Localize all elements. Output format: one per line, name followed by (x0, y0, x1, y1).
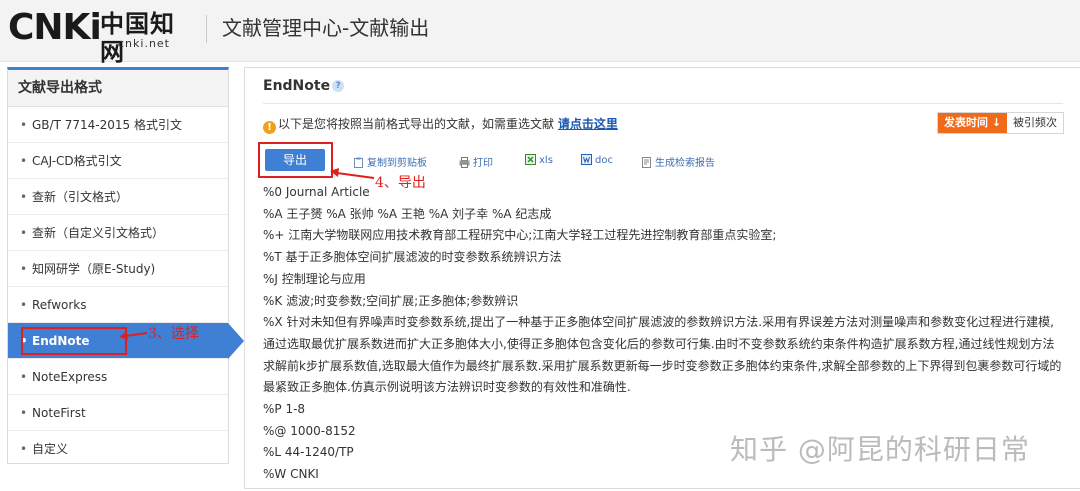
watermark-text: 知乎 @阿昆的科研日常 (730, 433, 1030, 466)
export-panel: EndNote? ! 以下是您将按照当前格式导出的文献，如需重选文献 请点击这里 … (244, 67, 1080, 489)
export-xls-button[interactable]: xls (525, 154, 553, 166)
sidebar-item-label: 查新（自定义引文格式） (32, 226, 165, 240)
export-doc-button[interactable]: doc (581, 154, 613, 166)
xls-label: xls (539, 155, 553, 166)
bullet-icon: • (20, 442, 28, 456)
help-icon[interactable]: ? (332, 80, 345, 92)
export-highlight-box (258, 142, 333, 178)
copy-clipboard-button[interactable]: 复制到剪贴板 (353, 154, 427, 169)
sidebar-item-label: Refworks (32, 298, 87, 312)
excel-icon (525, 154, 536, 165)
sidebar-item-label: 查新（引文格式） (32, 190, 129, 204)
sidebar-item-refworks[interactable]: • Refworks (8, 287, 228, 323)
cnki-logo[interactable]: CNKi 中国知网 cnki.net (8, 7, 194, 66)
info-warning-icon: ! (263, 121, 276, 134)
format-title-text: EndNote (263, 78, 331, 94)
sort-toggle: 发表时间 ↓ 被引频次 (937, 112, 1065, 134)
record-line-keywords: %K 滤波;时变参数;空间扩展;正多胞体;参数辨识 (263, 293, 519, 308)
sidebar-item-label: 知网研学（原E-Study) (32, 262, 156, 276)
record-line-type: %0 Journal Article (263, 185, 370, 199)
copy-label: 复制到剪贴板 (367, 158, 427, 169)
record-line-title: %T 基于正多胞体空间扩展滤波的时变参数系统辨识方法 (263, 250, 562, 265)
bullet-icon: • (20, 370, 28, 384)
notice-bar: ! 以下是您将按照当前格式导出的文献，如需重选文献 请点击这里 (263, 116, 618, 134)
sidebar-item-label: CAJ-CD格式引文 (32, 154, 122, 168)
bullet-icon: • (20, 190, 28, 204)
doc-label: doc (595, 155, 613, 166)
sort-by-cited-button[interactable]: 被引频次 (1007, 113, 1063, 133)
sidebar-item-label: NoteFirst (32, 406, 86, 420)
logo-domain-text: cnki.net (118, 37, 170, 50)
sidebar-item-label: GB/T 7714-2015 格式引文 (32, 118, 182, 132)
record-line-authors: %A 王子赟 %A 张帅 %A 王艳 %A 刘子幸 %A 纪志成 (263, 206, 552, 221)
sidebar-item-noteexpress[interactable]: • NoteExpress (8, 359, 228, 395)
generate-report-button[interactable]: 生成检索报告 (641, 154, 715, 169)
page-title: 文献管理中心-文献输出 (222, 16, 430, 40)
step3-arrow-icon (119, 331, 148, 340)
print-label: 打印 (473, 158, 493, 169)
reselect-link[interactable]: 请点击这里 (558, 117, 618, 131)
sort-by-time-button[interactable]: 发表时间 ↓ (938, 113, 1008, 133)
export-format-sidebar: 文献导出格式 • GB/T 7714-2015 格式引文 • CAJ-CD格式引文 … (7, 67, 244, 467)
bullet-icon: • (20, 406, 28, 420)
sort-time-label: 发表时间 (944, 116, 988, 129)
format-title: EndNote? (263, 78, 345, 94)
step3-annotation: 3、选择 (148, 326, 199, 342)
print-button[interactable]: 打印 (459, 154, 493, 169)
sidebar-item-notefirst[interactable]: • NoteFirst (8, 395, 228, 431)
sidebar-item-gbt7714[interactable]: • GB/T 7714-2015 格式引文 (8, 107, 228, 143)
bullet-icon: • (20, 154, 28, 168)
title-divider (263, 103, 1063, 104)
sidebar-heading: 文献导出格式 (8, 70, 228, 107)
bullet-icon: • (20, 118, 28, 132)
header-divider (206, 15, 207, 43)
page-header: CNKi 中国知网 cnki.net 文献管理中心-文献输出 (0, 0, 1080, 66)
report-icon (642, 157, 651, 168)
sidebar-item-estudy[interactable]: • 知网研学（原E-Study) (8, 251, 228, 287)
report-label: 生成检索报告 (655, 158, 715, 169)
record-line-abstract: %X 针对未知但有界噪声时变参数系统,提出了一种基于正多胞体空间扩展滤波的参数辨… (263, 315, 1062, 395)
notice-text: 以下是您将按照当前格式导出的文献，如需重选文献 (278, 117, 555, 131)
record-line-journal: %J 控制理论与应用 (263, 271, 366, 286)
sidebar-item-label: 自定义 (32, 442, 69, 456)
logo-text: CNKi (8, 7, 102, 48)
sidebar-item-chaxin-custom[interactable]: • 查新（自定义引文格式） (8, 215, 228, 251)
sidebar-item-cajcd[interactable]: • CAJ-CD格式引文 (8, 143, 228, 179)
bullet-icon: • (20, 226, 28, 240)
clipboard-icon (354, 157, 363, 168)
record-line-pages: %P 1-8 (263, 402, 306, 417)
record-line-affiliation: %+ 江南大学物联网应用技术教育部工程研究中心;江南大学轻工过程先进控制教育部重… (263, 228, 777, 243)
sidebar-item-custom[interactable]: • 自定义 (8, 431, 228, 467)
bullet-icon: • (20, 262, 28, 276)
sidebar-item-chaxin[interactable]: • 查新（引文格式） (8, 179, 228, 215)
word-icon (581, 154, 592, 165)
selection-highlight-box (21, 327, 127, 355)
bullet-icon: • (20, 298, 28, 312)
sidebar-item-label: NoteExpress (32, 370, 108, 384)
printer-icon (459, 157, 470, 168)
